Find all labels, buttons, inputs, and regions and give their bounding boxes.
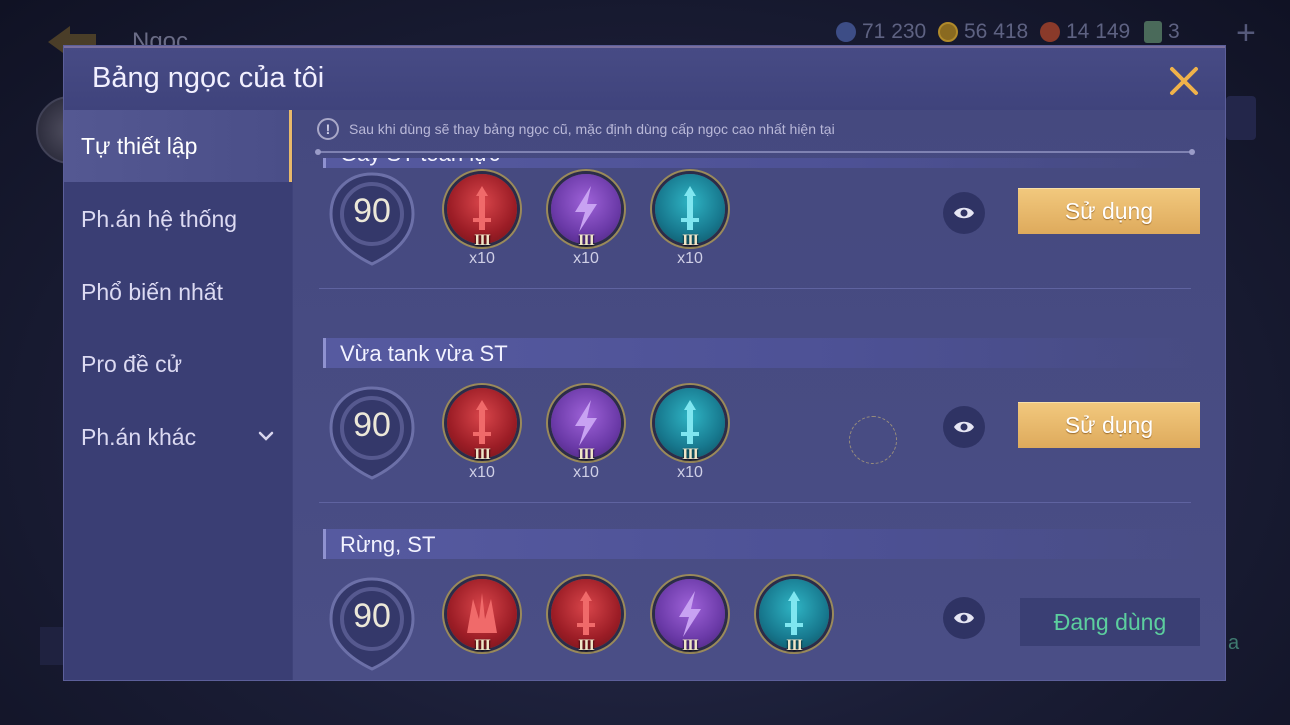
- currency-card: 3: [1144, 20, 1180, 44]
- close-button[interactable]: [1167, 64, 1201, 98]
- rune-level-badge: 90: [327, 575, 417, 671]
- card-count: 3: [1168, 20, 1180, 43]
- rune-slot-red: III: [551, 579, 623, 669]
- chevron-down-icon: [258, 431, 274, 441]
- rune-level: 90: [353, 192, 391, 230]
- in-use-button[interactable]: Đang dùng: [1020, 598, 1200, 646]
- rune-set-list[interactable]: Gây ST toàn lực 90 III x10: [293, 158, 1225, 680]
- eye-icon: [954, 207, 974, 219]
- rune-slot-red: III: [447, 579, 519, 669]
- rune-set-name: Rừng, ST: [340, 532, 436, 557]
- gold-coin-icon: [938, 22, 958, 42]
- rune-set-row: Gây ST toàn lực 90 III x10: [293, 158, 1225, 314]
- sidebar-item-label: Phổ biến nhất: [81, 278, 223, 305]
- use-button[interactable]: Sử dụng: [1018, 402, 1200, 448]
- close-icon: [1170, 67, 1198, 95]
- gold-count: 56 418: [964, 20, 1029, 43]
- rune-tier: III: [682, 637, 699, 654]
- rune-tier: III: [682, 446, 699, 463]
- rune-set-header: Rừng, ST: [323, 529, 1196, 559]
- rune-slot-purple: III: [655, 579, 727, 669]
- divider: [319, 288, 1191, 289]
- sidebar-item-other-plans[interactable]: Ph.án khác: [64, 401, 292, 473]
- notice-text: Sau khi dùng sẽ thay bảng ngọc cũ, mặc đ…: [349, 121, 835, 137]
- divider: [319, 502, 1191, 503]
- sidebar-item-most-popular[interactable]: Phổ biến nhất: [64, 256, 292, 328]
- rune-slot-purple: III x10: [551, 174, 623, 267]
- red-crystal-icon: [1040, 22, 1060, 42]
- use-button[interactable]: Sử dụng: [1018, 188, 1200, 234]
- rune-count: x10: [573, 250, 599, 267]
- preview-button[interactable]: [943, 192, 985, 234]
- gem-icon: [836, 22, 856, 42]
- rune-count: x10: [469, 464, 495, 481]
- gem-count: 71 230: [862, 20, 927, 43]
- rune-slot-purple: III x10: [551, 388, 623, 481]
- add-currency-button[interactable]: +: [1236, 16, 1256, 50]
- rune-tier: III: [578, 637, 595, 654]
- rune-tier: III: [578, 446, 595, 463]
- rune-level: 90: [353, 597, 391, 635]
- background-panel-edge: [40, 627, 64, 665]
- rune-tier: III: [474, 637, 491, 654]
- rune-tier: III: [474, 446, 491, 463]
- rune-tier: III: [786, 637, 803, 654]
- divider: [315, 149, 1195, 155]
- rune-set-row: Rừng, ST 90 III III III III Đang dùng: [293, 529, 1225, 680]
- dialog-header: Bảng ngọc của tôi: [64, 46, 1225, 110]
- preview-button[interactable]: [943, 406, 985, 448]
- rune-set-name: Vừa tank vừa ST: [340, 341, 508, 366]
- sidebar-item-label: Pro đề cử: [81, 350, 183, 377]
- rune-set-header: Gây ST toàn lực: [323, 158, 1196, 168]
- sidebar-item-pro-recommended[interactable]: Pro đề cử: [64, 328, 292, 400]
- warning-icon: !: [317, 118, 339, 140]
- notice-bar: ! Sau khi dùng sẽ thay bảng ngọc cũ, mặc…: [317, 118, 835, 140]
- rune-count: x10: [677, 250, 703, 267]
- rune-level-badge: 90: [327, 170, 417, 266]
- rune-slot-red: III x10: [447, 174, 519, 267]
- rune-board-dialog: Bảng ngọc của tôi Tự thiết lập Ph.án hệ …: [64, 46, 1225, 680]
- card-icon: [1144, 21, 1162, 43]
- sidebar-item-label: Tự thiết lập: [81, 132, 198, 159]
- rune-set-header: Vừa tank vừa ST: [323, 338, 1196, 368]
- rune-tier: III: [474, 232, 491, 249]
- sidebar: Tự thiết lập Ph.án hệ thống Phổ biến nhấ…: [64, 110, 292, 680]
- rune-slot-teal: III x10: [655, 388, 727, 481]
- red-crystal-count: 14 149: [1066, 20, 1131, 43]
- rune-tier: III: [682, 232, 699, 249]
- rune-set-row: Vừa tank vừa ST 90 III x10 III x10 III x…: [293, 338, 1225, 528]
- touch-indicator: [849, 416, 897, 464]
- rune-count: x10: [573, 464, 599, 481]
- background-side-button: [1226, 96, 1256, 140]
- rune-tier: III: [578, 232, 595, 249]
- sidebar-item-custom[interactable]: Tự thiết lập: [64, 110, 292, 182]
- rune-set-name: Gây ST toàn lực: [340, 158, 500, 167]
- rune-set-list-panel: ! Sau khi dùng sẽ thay bảng ngọc cũ, mặc…: [293, 110, 1225, 680]
- sidebar-item-label: Ph.án hệ thống: [81, 205, 238, 232]
- eye-icon: [954, 421, 974, 433]
- sidebar-item-system-plan[interactable]: Ph.án hệ thống: [64, 183, 292, 255]
- rune-level-badge: 90: [327, 384, 417, 480]
- dialog-title: Bảng ngọc của tôi: [92, 62, 325, 94]
- sidebar-item-label: Ph.án khác: [81, 423, 197, 450]
- preview-button[interactable]: [943, 597, 985, 639]
- rune-count: x10: [677, 464, 703, 481]
- eye-icon: [954, 612, 974, 624]
- rune-slot-red: III x10: [447, 388, 519, 481]
- currency-gold: 56 418: [938, 20, 1028, 44]
- currency-red-crystal: 14 149: [1040, 20, 1130, 44]
- rune-level: 90: [353, 406, 391, 444]
- rune-slot-teal: III: [759, 579, 831, 669]
- background-text-fragment: a: [1228, 632, 1240, 654]
- rune-count: x10: [469, 250, 495, 267]
- rune-slot-teal: III x10: [655, 174, 727, 267]
- currency-gems: 71 230: [836, 20, 926, 44]
